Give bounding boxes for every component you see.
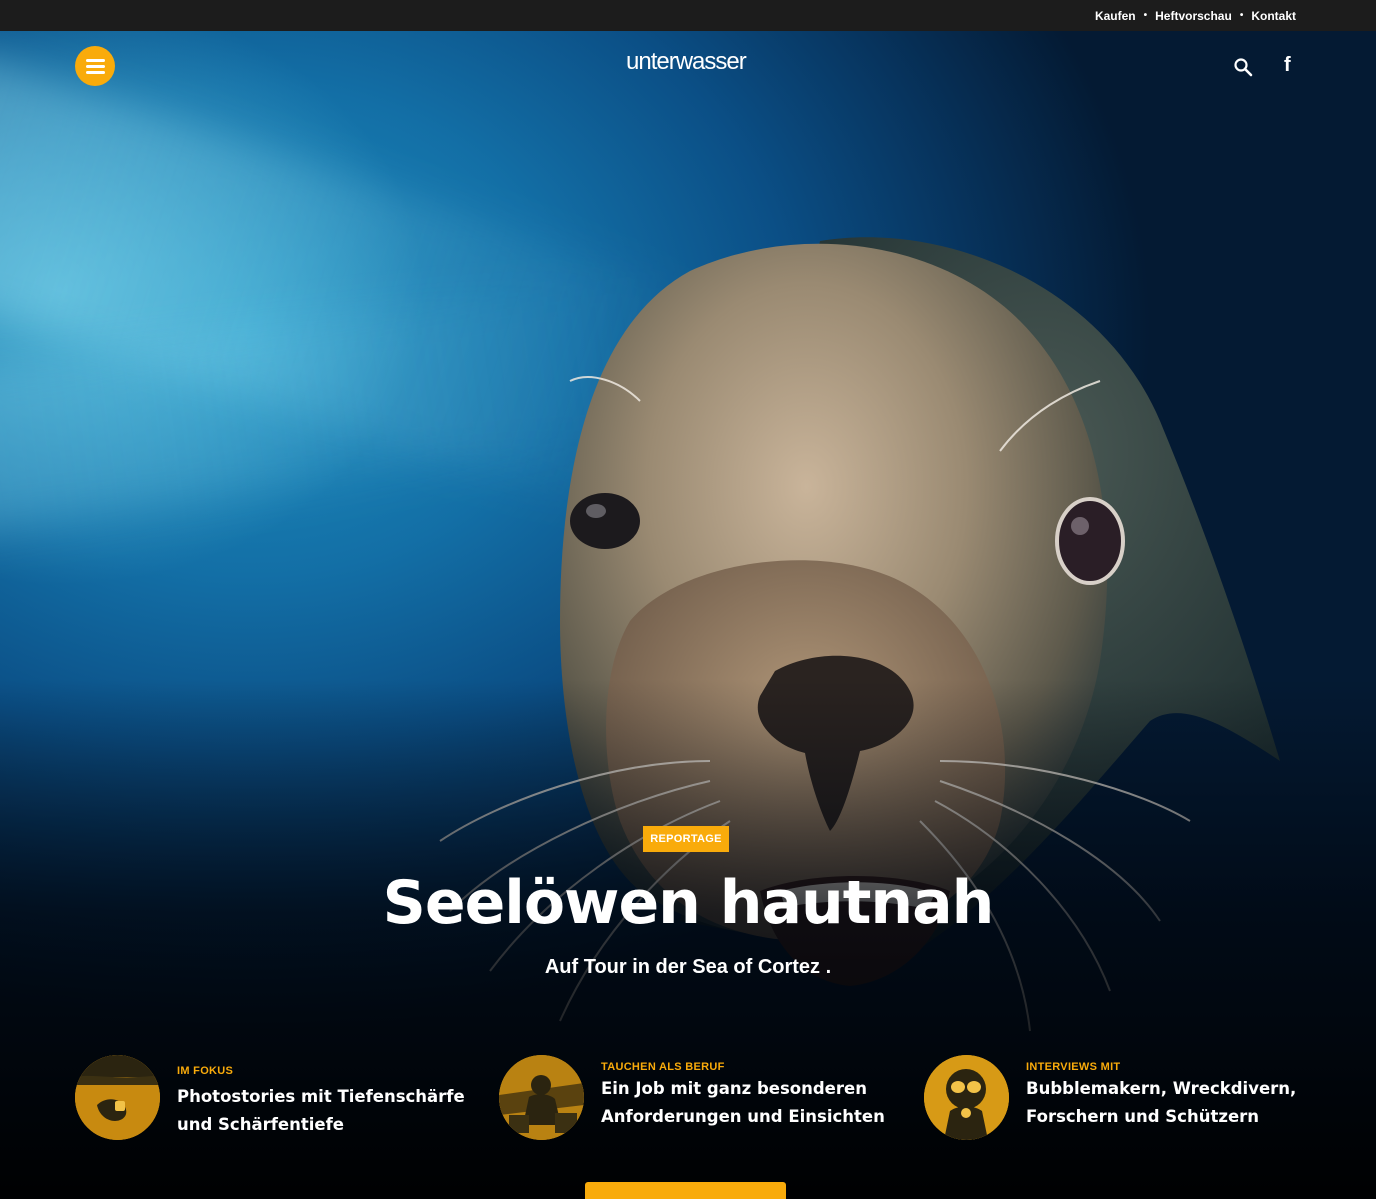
teaser-kicker: IM FOKUS	[177, 1065, 234, 1077]
teaser-title: Bubblemakern, Wreckdivern, Forschern und…	[1026, 1079, 1297, 1126]
topbar-separator: •	[1143, 10, 1148, 21]
more-button[interactable]	[585, 1182, 786, 1199]
teaser-interviews-mit[interactable]: INTERVIEWS MIT Bubblemakern, Wreckdivern…	[924, 1055, 1296, 1140]
teaser-kicker: TAUCHEN ALS BERUF	[601, 1061, 725, 1073]
search-icon[interactable]	[1233, 57, 1253, 77]
topbar-separator: •	[1239, 10, 1244, 21]
topbar-link-heftvorschau[interactable]: Heftvorschau	[1155, 9, 1232, 23]
teaser-thumbnail	[75, 1055, 160, 1140]
category-badge[interactable]: REPORTAGE	[643, 826, 729, 852]
teaser-tauchen-als-beruf[interactable]: TAUCHEN ALS BERUF Ein Job mit ganz beson…	[499, 1055, 885, 1140]
hero-image	[0, 31, 1376, 1199]
teaser-title: Photostories mit Tiefenschärfe und Schär…	[177, 1087, 465, 1134]
facebook-icon[interactable]: f	[1284, 54, 1291, 77]
teaser-kicker: INTERVIEWS MIT	[1026, 1061, 1121, 1073]
hero-title[interactable]: Seelöwen hautnah	[0, 868, 1376, 938]
topbar-link-kontakt[interactable]: Kontakt	[1251, 9, 1296, 23]
topbar-link-kaufen[interactable]: Kaufen	[1095, 9, 1136, 23]
teaser-im-fokus[interactable]: IM FOKUS Photostories mit Tiefenschärfe …	[75, 1055, 465, 1140]
hamburger-icon	[85, 58, 105, 74]
teaser-title: Ein Job mit ganz besonderen Anforderunge…	[601, 1079, 885, 1126]
teaser-thumbnail	[499, 1055, 584, 1140]
teaser-thumbnail	[924, 1055, 1009, 1140]
top-utility-bar: Kaufen • Heftvorschau • Kontakt	[0, 0, 1376, 31]
hero-subtitle: Auf Tour in der Sea of Cortez .	[544, 956, 832, 978]
menu-button[interactable]	[75, 46, 115, 86]
site-logo[interactable]: unterwasser	[626, 48, 747, 76]
